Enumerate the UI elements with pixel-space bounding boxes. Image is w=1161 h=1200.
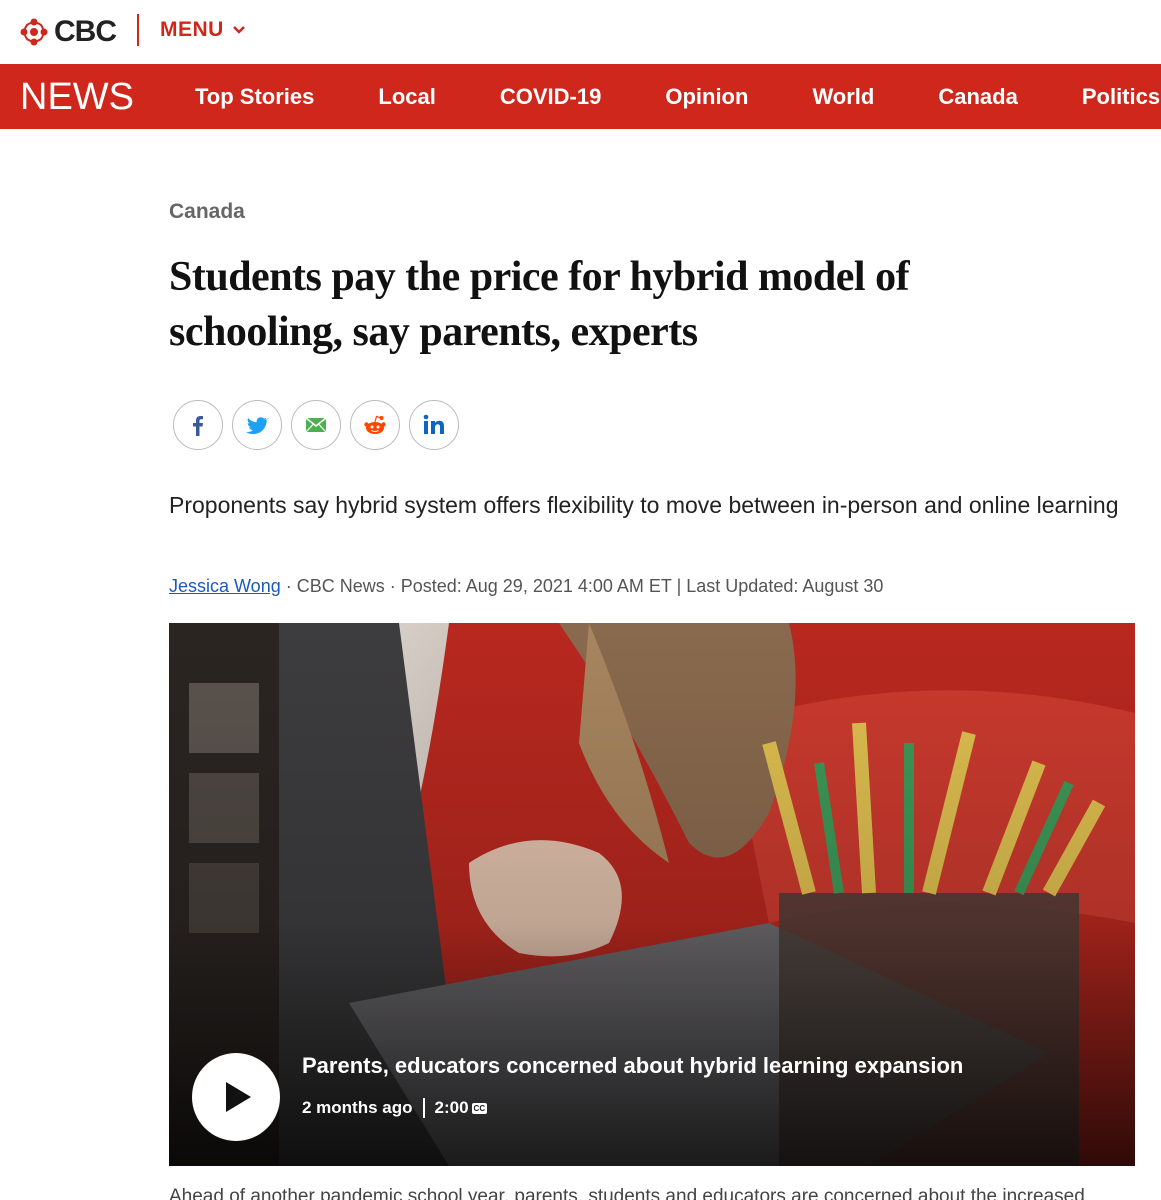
- nav-item-opinion[interactable]: Opinion: [665, 84, 748, 110]
- video-title[interactable]: Parents, educators concerned about hybri…: [302, 1053, 963, 1079]
- chevron-down-icon: [232, 26, 245, 34]
- news-nav-bar: NEWS Top Stories Local COVID-19 Opinion …: [0, 64, 1161, 129]
- duration-text: 2:00: [434, 1098, 469, 1117]
- nav-item-covid-19[interactable]: COVID-19: [500, 84, 601, 110]
- logo-text: CBC: [54, 15, 117, 48]
- nav-item-canada[interactable]: Canada: [938, 84, 1017, 110]
- video-meta: 2 months ago 2:00 CC: [302, 1098, 488, 1118]
- article-headline: Students pay the price for hybrid model …: [169, 254, 910, 355]
- top-bar: CBC MENU: [0, 0, 1161, 64]
- section-label[interactable]: Canada: [169, 200, 245, 224]
- byline-meta: · CBC News · Posted: Aug 29, 2021 4:00 A…: [280, 576, 884, 596]
- nav-item-world[interactable]: World: [812, 84, 874, 110]
- share-email-button[interactable]: [291, 400, 341, 450]
- nav-item-local[interactable]: Local: [378, 84, 435, 110]
- closed-captions-icon: CC: [471, 1103, 488, 1115]
- cbc-logo[interactable]: CBC: [20, 15, 117, 48]
- twitter-icon: [245, 417, 269, 435]
- play-button[interactable]: [192, 1053, 280, 1141]
- byline: Jessica Wong · CBC News · Posted: Aug 29…: [169, 576, 883, 597]
- share-buttons: [173, 400, 459, 450]
- meta-separator: [422, 1098, 425, 1118]
- nav-item-top-stories[interactable]: Top Stories: [195, 84, 314, 110]
- menu-button[interactable]: MENU: [160, 18, 246, 42]
- cbc-gem-icon: [20, 18, 48, 46]
- play-icon: [226, 1082, 251, 1112]
- video-thumbnail: [169, 623, 1135, 1166]
- share-twitter-button[interactable]: [232, 400, 282, 450]
- facebook-icon: [193, 416, 203, 436]
- news-label[interactable]: NEWS: [20, 76, 134, 119]
- share-facebook-button[interactable]: [173, 400, 223, 450]
- nav-item-politics[interactable]: Politics: [1082, 84, 1160, 110]
- video-duration: 2:00 CC: [435, 1098, 488, 1118]
- reddit-icon: [364, 415, 386, 434]
- share-linkedin-button[interactable]: [409, 400, 459, 450]
- email-icon: [305, 417, 327, 433]
- share-reddit-button[interactable]: [350, 400, 400, 450]
- video-age: 2 months ago: [302, 1098, 413, 1117]
- news-nav: Top Stories Local COVID-19 Opinion World…: [195, 64, 1160, 129]
- linkedin-icon: [423, 414, 444, 434]
- menu-label: MENU: [160, 18, 224, 41]
- author-link[interactable]: Jessica Wong: [169, 576, 281, 596]
- article-body-first-line: Ahead of another pandemic school year, p…: [169, 1186, 1085, 1200]
- logo-divider: [137, 14, 139, 46]
- video-player[interactable]: Parents, educators concerned about hybri…: [169, 623, 1135, 1166]
- article-deck: Proponents say hybrid system offers flex…: [169, 492, 1119, 518]
